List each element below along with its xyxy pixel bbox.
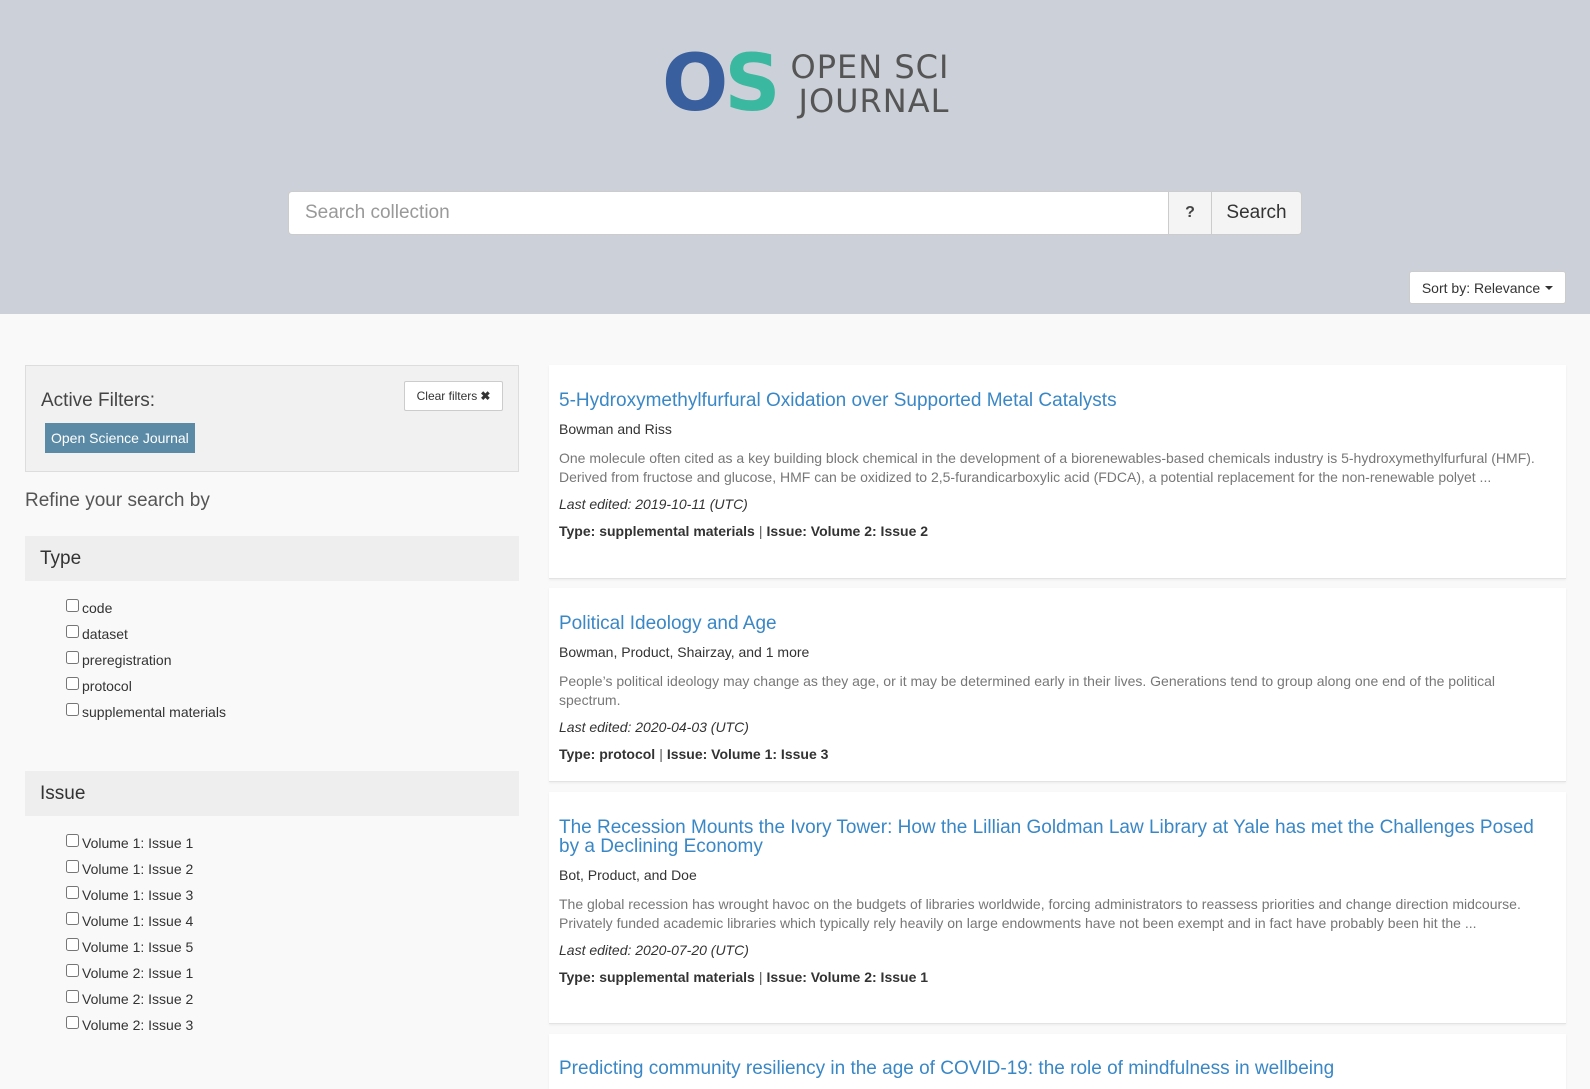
page-header: OS OPEN SCI JOURNAL ? Search Sort by: Re… [0, 0, 1590, 314]
checkbox[interactable] [66, 1015, 79, 1029]
logo-mark: OS [662, 39, 781, 129]
result-abstract: People’s political ideology may change a… [559, 673, 1495, 708]
facet-option[interactable]: Volume 1: Issue 4 [66, 908, 193, 934]
result-card: Political Ideology and Age Bowman, Produ… [549, 588, 1566, 782]
result-meta: Type: supplemental materials | Issue: Volu… [559, 969, 929, 985]
close-icon: ✖ [480, 389, 491, 403]
search-button[interactable]: Search [1212, 191, 1302, 235]
facet-option[interactable]: code [66, 595, 226, 621]
sort-dropdown[interactable]: Sort by: Relevance [1409, 271, 1566, 304]
result-abstract: The global recession has wrought havoc o… [559, 896, 1521, 931]
facet-header-issue[interactable]: Issue [25, 771, 519, 816]
checkbox[interactable] [66, 624, 79, 638]
result-card: Predicting community resiliency in the a… [549, 1034, 1566, 1089]
facet-option[interactable]: dataset [66, 621, 226, 647]
result-title-link[interactable]: Political Ideology and Age [559, 614, 1556, 633]
checkbox[interactable] [66, 859, 79, 873]
checkbox[interactable] [66, 885, 79, 899]
facet-header-type[interactable]: Type [25, 536, 519, 581]
facet-option[interactable]: Volume 1: Issue 2 [66, 856, 193, 882]
checkbox[interactable] [66, 676, 79, 690]
result-last-edited: Last edited: 2020-07-20 (UTC) [559, 942, 749, 958]
facet-option[interactable]: supplemental materials [66, 699, 226, 725]
facet-option[interactable]: preregistration [66, 647, 226, 673]
checkbox[interactable] [66, 911, 79, 925]
sort-label: Sort by: Relevance [1421, 279, 1541, 296]
journal-logo[interactable]: OS OPEN SCI JOURNAL [662, 44, 949, 124]
result-authors: Bowman and Riss [559, 421, 672, 437]
clear-filters-button[interactable]: Clear filters ✖ [404, 381, 503, 411]
active-filters-panel: Active Filters: Clear filters ✖ Open Scie… [25, 365, 519, 472]
checkbox[interactable] [66, 650, 79, 664]
search-help-button[interactable]: ? [1168, 191, 1212, 235]
checkbox[interactable] [66, 598, 79, 612]
result-card: The Recession Mounts the Ivory Tower: Ho… [549, 792, 1566, 1024]
result-card: 5-Hydroxymethylfurfural Oxidation over S… [549, 365, 1566, 579]
checkbox[interactable] [66, 937, 79, 951]
facet-option[interactable]: Volume 1: Issue 3 [66, 882, 193, 908]
checkbox[interactable] [66, 833, 79, 847]
logo-text: OPEN SCI JOURNAL [790, 48, 950, 120]
result-authors: Bot, Product, and Doe [559, 867, 697, 883]
result-authors: Bowman, Product, Shairzay, and 1 more [559, 644, 810, 660]
facet-option[interactable]: Volume 2: Issue 1 [66, 960, 193, 986]
search-input[interactable] [288, 191, 1168, 235]
facet-option[interactable]: Volume 2: Issue 3 [66, 1012, 193, 1038]
result-title-link[interactable]: Predicting community resiliency in the a… [559, 1059, 1556, 1078]
checkbox[interactable] [66, 702, 79, 716]
facet-list-type: code dataset preregistration protocol su… [66, 595, 226, 725]
result-meta: Type: protocol | Issue: Volume 1: Issue 3 [559, 746, 829, 762]
facet-option[interactable]: Volume 1: Issue 1 [66, 830, 193, 856]
result-abstract: One molecule often cited as a key buildi… [559, 450, 1535, 485]
facet-list-issue: Volume 1: Issue 1 Volume 1: Issue 2 Volu… [66, 830, 193, 1038]
search-bar: ? Search [288, 191, 1302, 235]
result-meta: Type: supplemental materials | Issue: Volu… [559, 523, 929, 539]
result-title-link[interactable]: The Recession Mounts the Ivory Tower: Ho… [559, 818, 1556, 856]
checkbox[interactable] [66, 963, 79, 977]
checkbox[interactable] [66, 989, 79, 1003]
facet-option[interactable]: protocol [66, 673, 226, 699]
result-title-link[interactable]: 5-Hydroxymethylfurfural Oxidation over S… [559, 391, 1556, 410]
filter-tag[interactable]: Open Science Journal [45, 423, 195, 453]
result-last-edited: Last edited: 2020-04-03 (UTC) [559, 719, 749, 735]
facet-option[interactable]: Volume 2: Issue 2 [66, 986, 193, 1012]
caret-down-icon [1545, 285, 1554, 290]
active-filters-title: Active Filters: [41, 390, 156, 411]
facet-option[interactable]: Volume 1: Issue 5 [66, 934, 193, 960]
refine-heading: Refine your search by [25, 490, 210, 511]
result-last-edited: Last edited: 2019-10-11 (UTC) [559, 496, 748, 512]
